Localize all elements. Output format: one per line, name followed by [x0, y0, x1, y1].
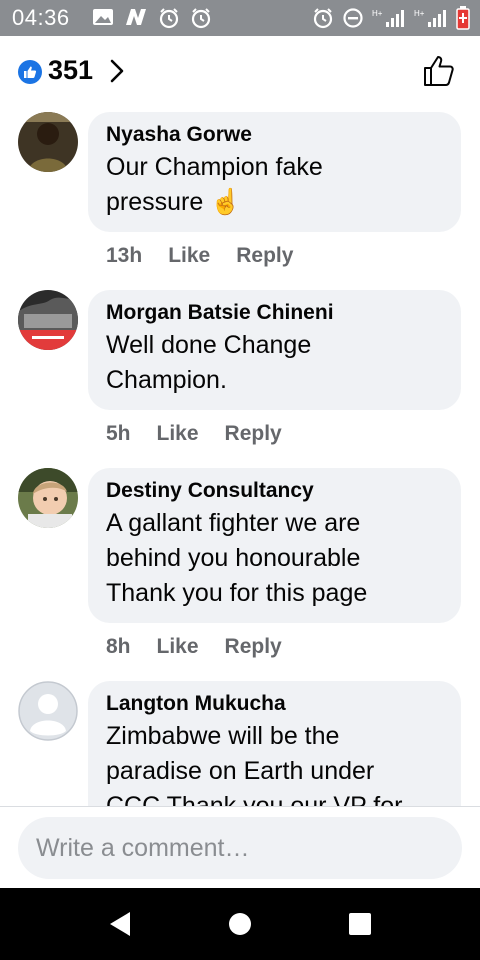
thumbs-up-icon — [24, 66, 37, 78]
reply-button[interactable]: Reply — [225, 422, 282, 446]
avatar[interactable] — [18, 290, 78, 350]
comment-author[interactable]: Morgan Batsie Chineni — [106, 300, 443, 326]
comment-bubble: Morgan Batsie Chineni Well done Change C… — [88, 290, 461, 410]
svg-text:H+: H+ — [414, 9, 425, 18]
reply-button[interactable]: Reply — [225, 635, 282, 659]
like-comment-button[interactable]: Like — [157, 635, 199, 659]
comment-actions: 8h Like Reply — [106, 635, 282, 659]
reaction-count[interactable]: 351 — [48, 55, 93, 86]
comment-text: A gallant fighter we are behind you hono… — [106, 506, 443, 611]
recents-icon[interactable] — [344, 908, 376, 940]
comment-bubble: Langton Mukucha Zimbabwe will be the par… — [88, 681, 461, 806]
comment-line: behind you honourable — [106, 544, 361, 572]
back-icon[interactable] — [104, 908, 136, 940]
comment-time: 13h — [106, 244, 143, 267]
comment-text: Well done Change Champion. — [106, 328, 443, 398]
like-comment-button[interactable]: Like — [168, 244, 210, 268]
comment-line: A gallant fighter we are — [106, 509, 361, 537]
comment-time: 5h — [106, 422, 131, 445]
comment-line: Well done Change — [106, 331, 312, 359]
comment-author[interactable]: Nyasha Gorwe — [106, 122, 443, 148]
reactions-header: 351 — [0, 36, 480, 108]
signal-icon: H+ — [372, 7, 406, 34]
comment-line: Thank you for this page — [106, 579, 368, 607]
image-icon — [92, 7, 114, 34]
status-bar: 04:36 H+ H+ — [0, 0, 480, 36]
comment-text: Zimbabwe will be the paradise on Earth u… — [106, 719, 443, 806]
chevron-right-icon[interactable] — [108, 58, 126, 89]
comments-sheet: 351 Nyasha Gorwe Our Champion fake press… — [0, 36, 480, 888]
comment-actions: 13h Like Reply — [106, 244, 293, 268]
like-reaction-badge[interactable] — [18, 60, 42, 84]
home-icon[interactable] — [224, 908, 256, 940]
comment-bubble: Destiny Consultancy A gallant fighter we… — [88, 468, 461, 623]
signal-icon: H+ — [414, 7, 448, 34]
do-not-disturb-icon — [342, 7, 364, 34]
comment-text: Our Champion fake pressure ☝ — [106, 150, 443, 220]
svg-text:H+: H+ — [372, 9, 383, 18]
comment-input[interactable] — [18, 817, 462, 879]
comment-line: Zimbabwe will be the — [106, 722, 340, 750]
comment-author[interactable]: Destiny Consultancy — [106, 478, 443, 504]
comment-line: Our Champion fake — [106, 153, 323, 181]
default-avatar-icon — [18, 681, 78, 741]
comment-line: Champion. — [106, 366, 227, 394]
comment-line: pressure ☝ — [106, 188, 242, 216]
avatar[interactable] — [18, 681, 78, 741]
comment-author[interactable]: Langton Mukucha — [106, 691, 443, 717]
alarm-icon — [190, 7, 212, 34]
comment-line: paradise on Earth under — [106, 757, 375, 785]
like-comment-button[interactable]: Like — [157, 422, 199, 446]
alarm-icon — [158, 7, 180, 34]
comment-bubble: Nyasha Gorwe Our Champion fake pressure … — [88, 112, 461, 232]
status-time: 04:36 — [12, 5, 70, 30]
system-nav-bar — [0, 888, 480, 960]
avatar[interactable] — [18, 112, 78, 172]
battery-icon — [456, 6, 470, 35]
comment-time: 8h — [106, 635, 131, 658]
comment-list: Nyasha Gorwe Our Champion fake pressure … — [0, 108, 480, 806]
avatar[interactable] — [18, 468, 78, 528]
comment-actions: 5h Like Reply — [106, 422, 282, 446]
thumbs-up-outline-icon — [424, 56, 454, 86]
n-icon — [124, 7, 148, 34]
alarm-icon — [312, 7, 334, 34]
like-post-button[interactable] — [422, 54, 456, 93]
comment-line: CCC Thank you our VP for — [106, 792, 403, 806]
reply-button[interactable]: Reply — [236, 244, 293, 268]
comment-composer — [0, 806, 480, 888]
